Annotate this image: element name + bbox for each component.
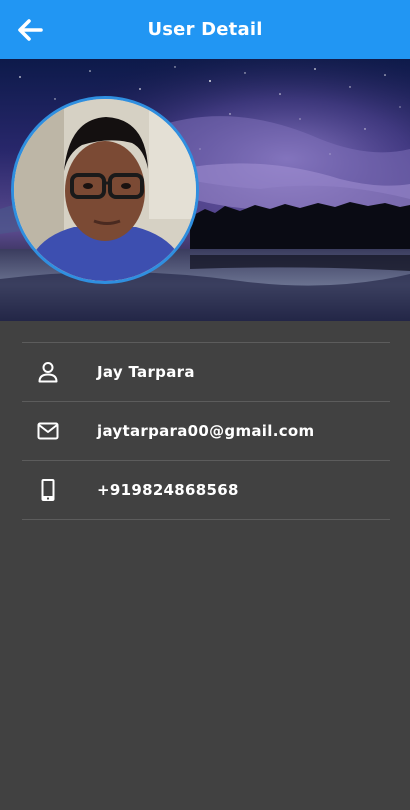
user-name: Jay Tarpara xyxy=(97,363,195,381)
email-icon xyxy=(37,422,59,440)
detail-row-name: Jay Tarpara xyxy=(22,343,390,402)
arrow-left-icon xyxy=(18,19,43,41)
app-bar: User Detail xyxy=(0,0,410,59)
page-title: User Detail xyxy=(147,19,263,40)
person-icon xyxy=(38,362,58,383)
user-phone: +919824868568 xyxy=(97,481,239,499)
detail-row-email: jaytarpara00@gmail.com xyxy=(22,402,390,461)
profile-photo xyxy=(14,99,196,281)
user-details-list: Jay Tarpara jaytarpara00@gmail.com +9198… xyxy=(22,342,390,520)
user-email: jaytarpara00@gmail.com xyxy=(97,422,315,440)
phone-icon xyxy=(41,479,55,501)
profile-avatar[interactable] xyxy=(11,96,199,284)
back-button[interactable] xyxy=(16,16,44,44)
detail-row-phone: +919824868568 xyxy=(22,461,390,520)
